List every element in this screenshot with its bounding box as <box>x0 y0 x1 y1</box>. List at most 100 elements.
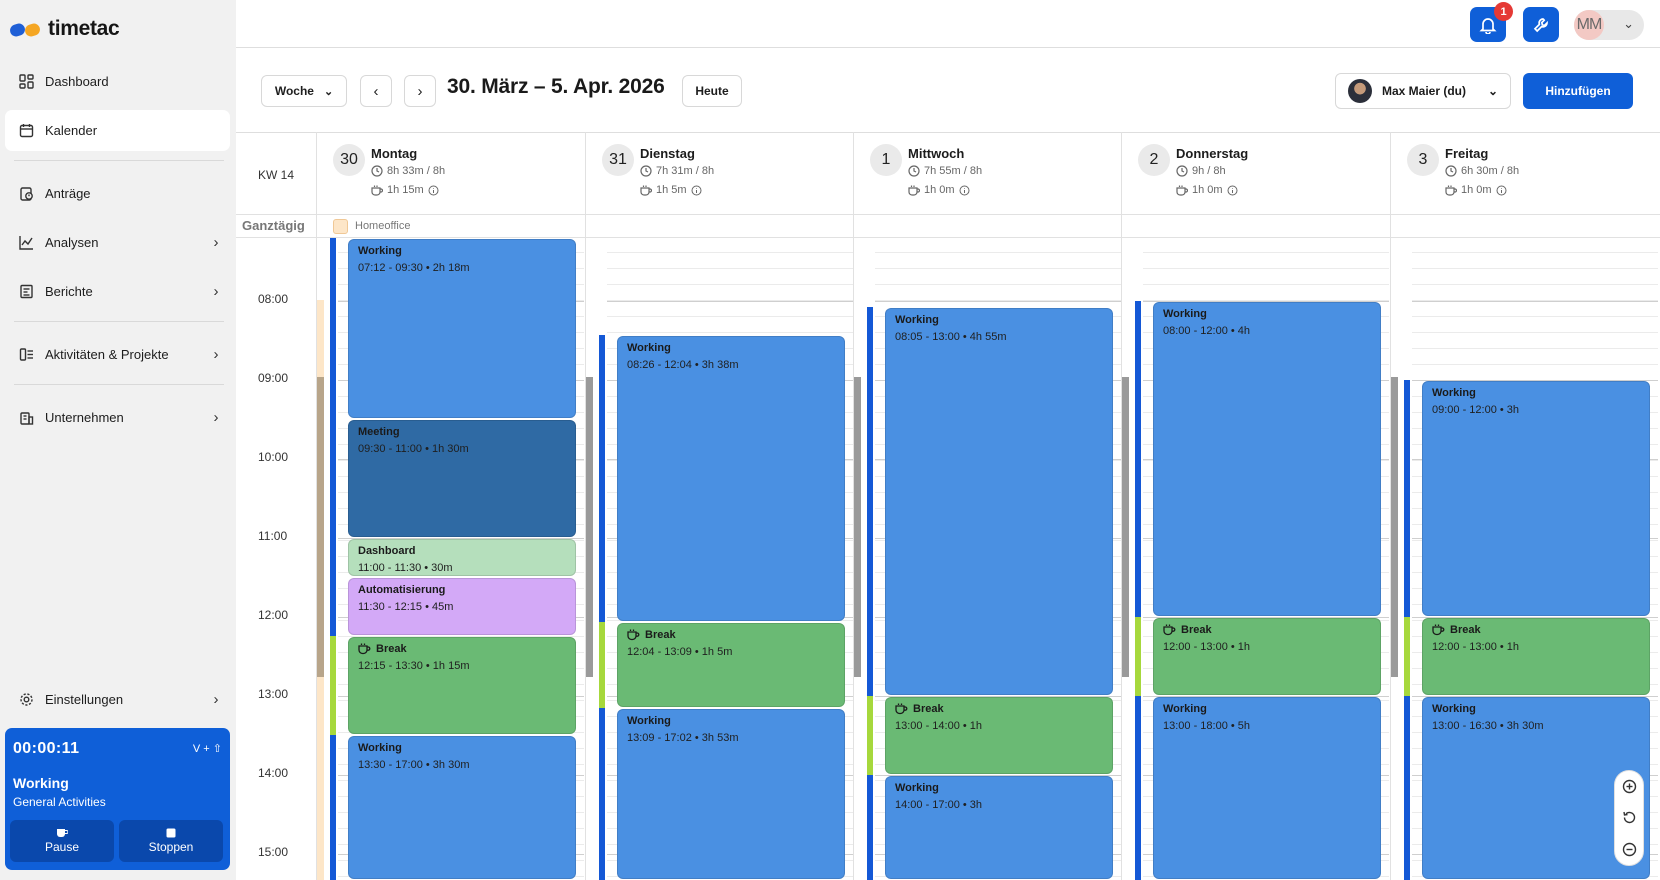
status-strip <box>1404 695 1410 880</box>
sidebar-item-berichte[interactable]: Berichte › <box>5 271 230 312</box>
calendar-event[interactable]: Working 09:00 - 12:00 • 3h <box>1422 380 1650 616</box>
event-title-text: Break <box>376 643 407 656</box>
calendar-event[interactable]: Break 12:15 - 13:30 • 1h 15m <box>348 637 576 735</box>
logo[interactable]: timetac <box>8 16 120 42</box>
info-icon <box>691 185 702 195</box>
time-label: 10:00 <box>258 449 289 464</box>
calendar-event[interactable]: Break 12:00 - 13:00 • 1h <box>1422 617 1650 695</box>
event-title: Working <box>1432 387 1640 399</box>
add-button[interactable]: Hinzufügen <box>1523 73 1633 109</box>
sidebar-item-label: Berichte <box>45 284 93 299</box>
zoom-out-icon[interactable] <box>1619 839 1639 859</box>
reset-zoom-icon[interactable] <box>1619 808 1639 828</box>
sidebar-item-antraege[interactable]: Anträge <box>5 173 230 214</box>
event-title-text: Break <box>913 702 944 715</box>
sidebar-item-unternehmen[interactable]: Unternehmen › <box>5 397 230 438</box>
sidebar-item-analysen[interactable]: Analysen › <box>5 222 230 263</box>
day-header[interactable]: 1 Mittwoch 7h 55m / 8h 1h 0m <box>854 138 1104 214</box>
pause-button[interactable]: Pause <box>10 820 114 862</box>
stop-button[interactable]: Stoppen <box>119 820 223 862</box>
chevron-down-icon: ⌄ <box>1623 16 1634 31</box>
event-title: Working <box>627 342 835 354</box>
sidebar-item-label: Unternehmen <box>45 410 124 425</box>
time-label: 08:00 <box>258 291 289 306</box>
calendar-event[interactable]: Working 13:00 - 18:00 • 5h <box>1153 696 1381 879</box>
user-select[interactable]: Max Maier (du) ⌄ <box>1335 73 1511 109</box>
company-icon <box>15 407 37 429</box>
zoom-in-icon[interactable] <box>1619 777 1639 797</box>
calendar-event[interactable]: Automatisierung 11:30 - 12:15 • 45m <box>348 578 576 636</box>
sidebar-divider <box>14 160 224 161</box>
coffee-icon <box>1445 185 1457 196</box>
event-time: 13:00 - 14:00 • 1h <box>895 719 983 732</box>
day-header[interactable]: 2 Donnerstag 9h / 8h 1h 0m <box>1122 138 1372 214</box>
calendar-event[interactable]: Break 13:00 - 14:00 • 1h <box>885 696 1113 774</box>
event-time: 13:00 - 16:30 • 3h 30m <box>1432 719 1544 732</box>
chevron-down-icon: ⌄ <box>323 85 334 98</box>
sidebar-item-label: Kalender <box>45 123 98 138</box>
event-title-text: Working <box>895 314 939 327</box>
reports-icon <box>15 281 37 303</box>
logo-text: timetac <box>48 17 120 40</box>
sidebar-item-dashboard[interactable]: Dashboard <box>5 61 230 102</box>
calendar-event[interactable]: Working 08:26 - 12:04 • 3h 38m <box>617 335 845 621</box>
sidebar: timetac Dashboard Kalender Anträge Analy… <box>0 0 236 880</box>
calendar-event[interactable]: Dashboard 11:00 - 11:30 • 30m <box>348 538 576 577</box>
break-time-text: 1h 0m <box>1192 184 1223 196</box>
sidebar-item-kalender[interactable]: Kalender <box>5 110 230 151</box>
sidebar-item-label: Aktivitäten & Projekte <box>45 347 169 362</box>
user-photo <box>1348 79 1372 103</box>
event-title: Working <box>627 715 835 727</box>
approval-strip <box>317 377 324 677</box>
day-worked-hours: 6h 30m / 8h <box>1445 165 1519 177</box>
calendar-event[interactable]: Working 07:12 - 09:30 • 2h 18m <box>348 238 576 419</box>
worked-hours-text: 6h 30m / 8h <box>1461 165 1520 177</box>
user-menu[interactable]: MM ⌄ <box>1574 10 1644 40</box>
allday-event-homeoffice[interactable]: Homeoffice <box>333 217 410 235</box>
chevron-right-icon: › <box>213 234 219 251</box>
tools-button[interactable] <box>1523 7 1559 42</box>
day-header[interactable]: 3 Freitag 6h 30m / 8h 1h 0m <box>1391 138 1641 214</box>
calendar-event[interactable]: Break 12:04 - 13:09 • 1h 5m <box>617 622 845 707</box>
previous-week-button[interactable]: ‹ <box>360 75 392 107</box>
next-week-button[interactable]: › <box>404 75 436 107</box>
chevron-left-icon: ‹ <box>373 82 379 100</box>
view-select[interactable]: Woche ⌄ <box>261 75 347 107</box>
event-time: 08:05 - 13:00 • 4h 55m <box>895 331 1007 344</box>
calendar-event[interactable]: Working 13:09 - 17:02 • 3h 53m <box>617 708 845 879</box>
sidebar-item-einstellungen[interactable]: Einstellungen › <box>5 679 230 720</box>
calendar-event[interactable]: Working 14:00 - 17:00 • 3h <box>885 775 1113 879</box>
info-icon <box>1227 185 1238 195</box>
event-title-text: Working <box>1432 702 1476 715</box>
status-strip <box>867 774 873 880</box>
timer-display: 00:00:11 <box>13 740 80 757</box>
coffee-icon <box>895 703 908 714</box>
event-title: Break <box>1163 624 1371 636</box>
status-strip <box>1135 616 1141 696</box>
event-title-text: Working <box>1432 386 1476 399</box>
time-label: 09:00 <box>258 370 289 385</box>
coffee-icon <box>358 643 371 655</box>
homeoffice-swatch <box>333 218 348 234</box>
event-time: 13:30 - 17:00 • 3h 30m <box>358 759 470 772</box>
logo-mark-icon <box>8 21 42 39</box>
coffee-icon <box>57 829 68 837</box>
event-title: Dashboard <box>358 545 566 557</box>
coffee-icon <box>627 629 640 641</box>
day-worked-hours: 9h / 8h <box>1176 165 1226 177</box>
sidebar-item-aktivitaeten-projekte[interactable]: Aktivitäten & Projekte › <box>5 334 230 375</box>
calendar-event[interactable]: Meeting 09:30 - 11:00 • 1h 30m <box>348 420 576 537</box>
day-header[interactable]: 30 Montag 8h 33m / 8h 1h 15m <box>317 138 567 214</box>
worked-hours-text: 7h 31m / 8h <box>656 165 715 177</box>
today-button[interactable]: Heute <box>682 75 742 107</box>
sidebar-divider <box>14 321 224 322</box>
time-tracker-widget: 00:00:11 V + ⇧ Working General Activitie… <box>5 728 230 870</box>
calendar-event[interactable]: Working 08:00 - 12:00 • 4h <box>1153 301 1381 616</box>
calendar-event[interactable]: Working 08:05 - 13:00 • 4h 55m <box>885 308 1113 695</box>
event-title: Working <box>1163 703 1371 715</box>
event-title: Break <box>895 703 1103 715</box>
stop-icon <box>166 828 176 838</box>
calendar-event[interactable]: Working 13:30 - 17:00 • 3h 30m <box>348 736 576 879</box>
calendar-event[interactable]: Break 12:00 - 13:00 • 1h <box>1153 617 1381 695</box>
day-header[interactable]: 31 Dienstag 7h 31m / 8h 1h 5m <box>586 138 836 214</box>
